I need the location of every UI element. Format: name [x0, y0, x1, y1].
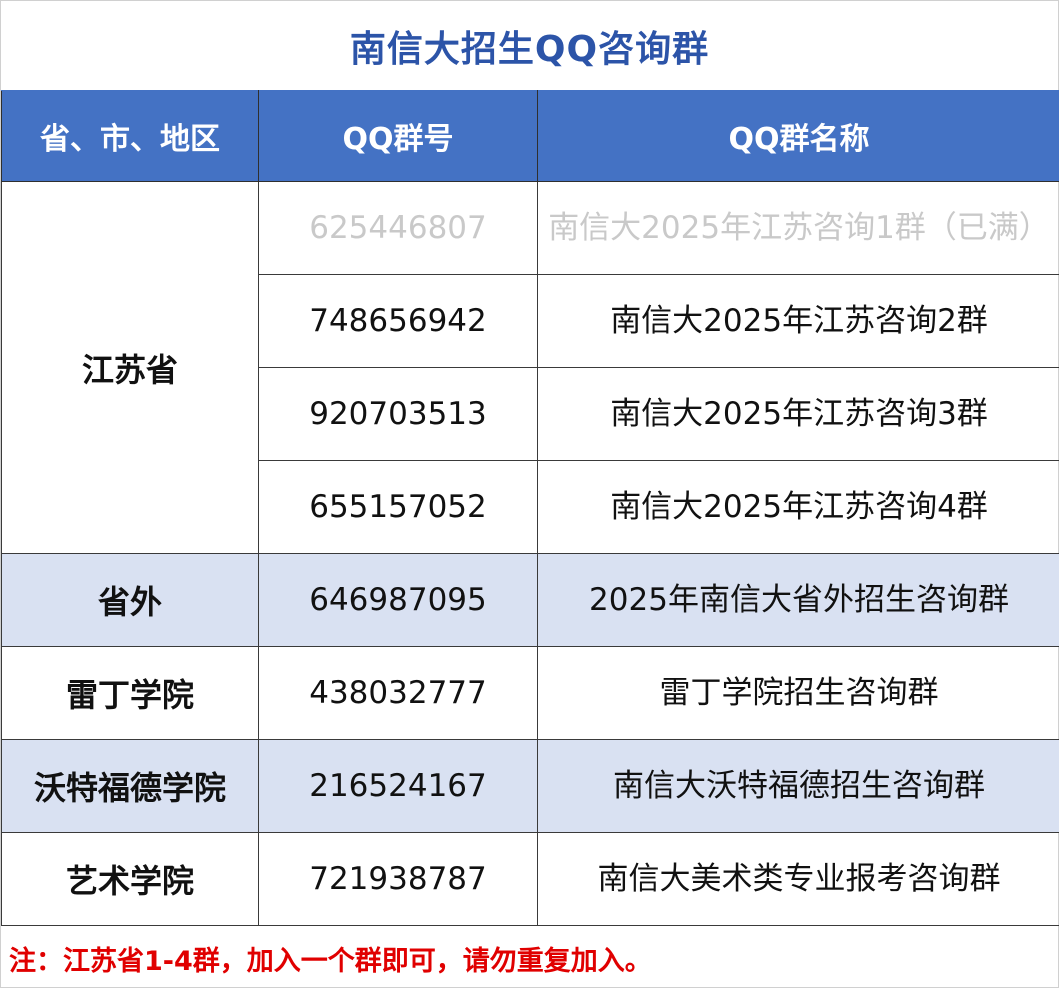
- header-region: 省、市、地区: [2, 91, 259, 182]
- header-row: 省、市、地区 QQ群号 QQ群名称: [2, 91, 1059, 182]
- region-cell: 省外: [2, 554, 259, 647]
- spreadsheet: 南信大招生QQ咨询群 省、市、地区 QQ群号 QQ群名称 江苏省 6254468…: [0, 0, 1059, 988]
- group-number-cell[interactable]: 625446807: [259, 182, 538, 275]
- region-cell: 沃特福德学院: [2, 740, 259, 833]
- title-row: 南信大招生QQ咨询群: [1, 1, 1058, 90]
- group-number-cell[interactable]: 748656942: [259, 275, 538, 368]
- region-cell: 艺术学院: [2, 833, 259, 926]
- table-row: 江苏省 625446807 南信大2025年江苏咨询1群（已满）: [2, 182, 1059, 275]
- region-cell: 雷丁学院: [2, 647, 259, 740]
- group-name-cell: 南信大美术类专业报考咨询群: [538, 833, 1059, 926]
- group-number-cell[interactable]: 920703513: [259, 368, 538, 461]
- table-row: 艺术学院 721938787 南信大美术类专业报考咨询群: [2, 833, 1059, 926]
- footnote: 注：江苏省1-4群，加入一个群即可，请勿重复加入。: [1, 926, 1058, 990]
- group-number-cell[interactable]: 721938787: [259, 833, 538, 926]
- group-name-cell: 南信大2025年江苏咨询3群: [538, 368, 1059, 461]
- table-row: 雷丁学院 438032777 雷丁学院招生咨询群: [2, 647, 1059, 740]
- group-number-cell[interactable]: 655157052: [259, 461, 538, 554]
- group-name-cell: 南信大2025年江苏咨询4群: [538, 461, 1059, 554]
- group-name-cell: 雷丁学院招生咨询群: [538, 647, 1059, 740]
- table-row: 沃特福德学院 216524167 南信大沃特福德招生咨询群: [2, 740, 1059, 833]
- page-title: 南信大招生QQ咨询群: [350, 20, 709, 72]
- group-name-cell: 南信大沃特福德招生咨询群: [538, 740, 1059, 833]
- group-name-cell: 南信大2025年江苏咨询1群（已满）: [538, 182, 1059, 275]
- region-cell: 江苏省: [2, 182, 259, 554]
- header-number: QQ群号: [259, 91, 538, 182]
- qq-group-table: 省、市、地区 QQ群号 QQ群名称 江苏省 625446807 南信大2025年…: [1, 90, 1059, 926]
- header-name: QQ群名称: [538, 91, 1059, 182]
- group-name-cell: 南信大2025年江苏咨询2群: [538, 275, 1059, 368]
- group-number-cell[interactable]: 216524167: [259, 740, 538, 833]
- group-number-cell[interactable]: 646987095: [259, 554, 538, 647]
- group-number-cell[interactable]: 438032777: [259, 647, 538, 740]
- table-row: 省外 646987095 2025年南信大省外招生咨询群: [2, 554, 1059, 647]
- group-name-cell: 2025年南信大省外招生咨询群: [538, 554, 1059, 647]
